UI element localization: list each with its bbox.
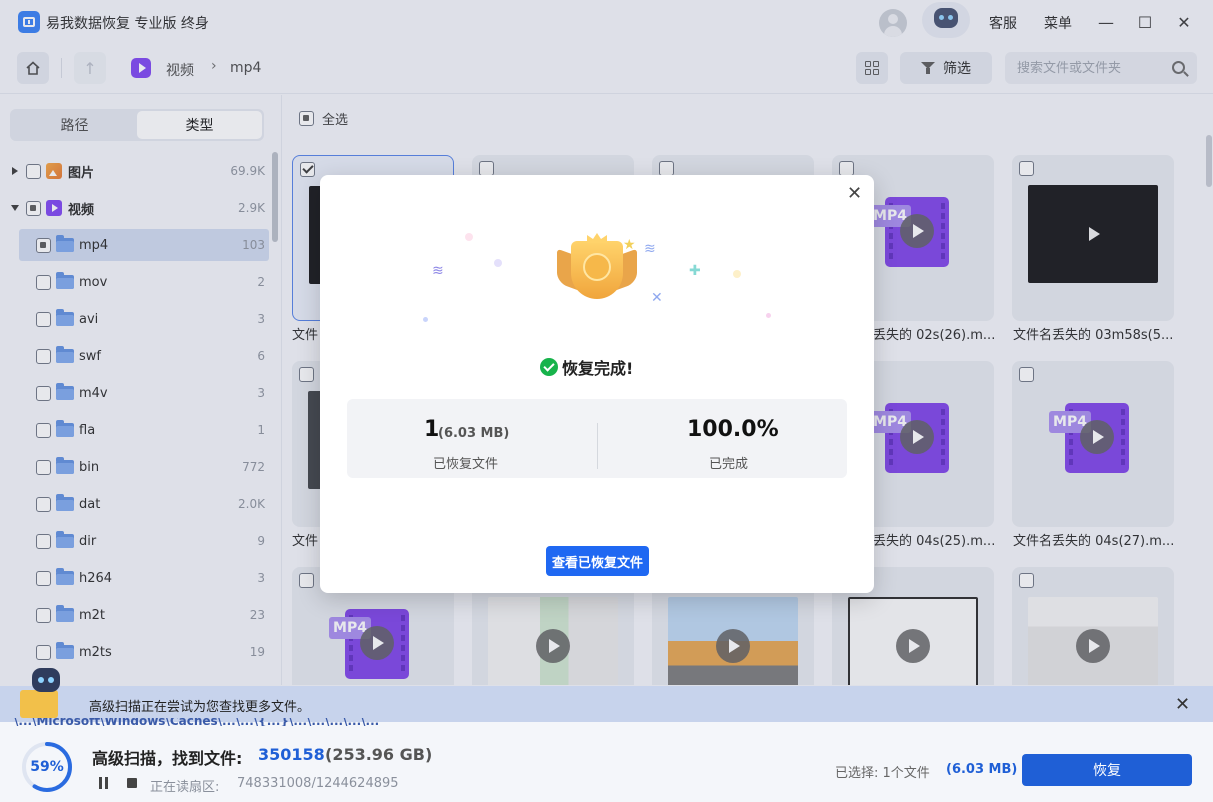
stop-icon[interactable] <box>127 778 137 788</box>
pause-icon[interactable] <box>98 777 110 789</box>
sparkle-icon: ✚ <box>689 263 701 279</box>
found-file-count: 350158 <box>258 745 325 764</box>
scan-title: 高级扫描，找到文件: <box>92 749 243 768</box>
robot-mascot-icon <box>20 668 68 720</box>
confetti-icon <box>733 270 741 278</box>
confetti-ribbon-icon: ≋ <box>644 241 656 257</box>
confetti-icon <box>494 259 502 267</box>
found-total-size: (253.96 GB) <box>325 745 433 764</box>
progress-percent: 59% <box>30 759 64 775</box>
selected-size: (6.03 MB) <box>946 762 1018 777</box>
recovered-size: (6.03 MB) <box>438 426 510 441</box>
status-bar: 59% 高级扫描，找到文件: 350158 (253.96 GB) 正在读扇区:… <box>0 726 1213 802</box>
done-label: 恢复完成! <box>562 359 634 378</box>
reading-sector-value: 748331008/1244624895 <box>237 776 399 791</box>
recovery-complete-dialog: ✕ ≋ ≋ ★ ✚ ✕ 恢复完成! 1 (6.03 MB) 已恢复文件 100.… <box>320 175 874 593</box>
completed-label: 已完成 <box>709 457 749 472</box>
recovered-label: 已恢复文件 <box>433 457 499 472</box>
confetti-icon <box>465 233 473 241</box>
view-recovered-files-button[interactable]: 查看已恢复文件 <box>546 546 649 576</box>
stats-divider <box>597 423 598 469</box>
scan-current-path: \...\Microsoft\Windows\Caches\...\...\{.… <box>14 718 380 726</box>
confetti-ribbon-icon: ≋ <box>432 263 444 279</box>
reading-sector-label: 正在读扇区: <box>150 780 220 795</box>
close-icon[interactable]: ✕ <box>1175 694 1190 715</box>
recovery-stats: 1 (6.03 MB) 已恢复文件 100.0% 已完成 <box>347 399 847 478</box>
sparkle-icon: ✕ <box>651 290 663 306</box>
success-check-icon <box>540 358 558 376</box>
confetti-icon <box>423 317 428 322</box>
confetti-icon <box>766 313 771 318</box>
sparkle-icon: ★ <box>623 237 636 253</box>
advanced-scan-notice: 高级扫描正在尝试为您查找更多文件。 <box>0 686 1213 722</box>
selected-count: 已选择: 1个文件 <box>835 766 930 781</box>
recover-button[interactable]: 恢复 <box>1022 754 1192 786</box>
scan-notice-text: 高级扫描正在尝试为您查找更多文件。 <box>89 700 311 715</box>
close-icon[interactable]: ✕ <box>847 183 862 204</box>
recovery-complete-heading: 恢复完成! <box>540 355 633 379</box>
completed-value: 100.0% <box>687 417 779 442</box>
